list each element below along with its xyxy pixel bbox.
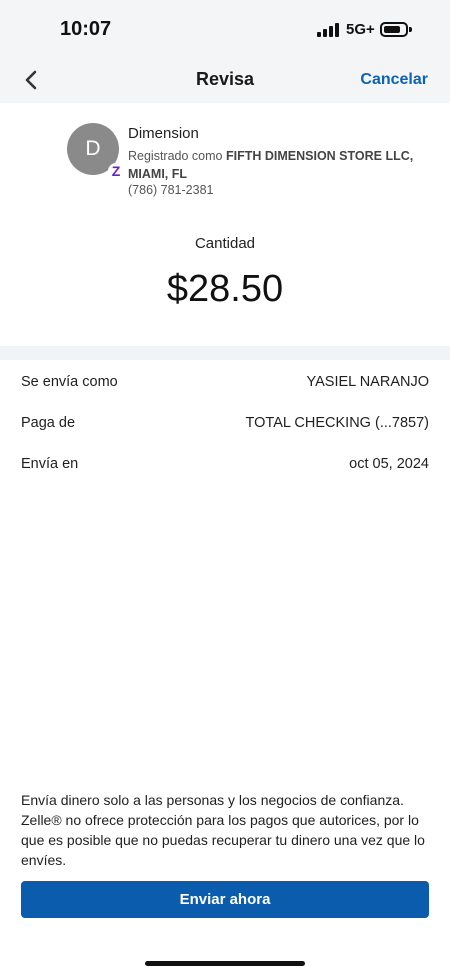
detail-row-sent-as: Se envía como YASIEL NARANJO xyxy=(21,374,429,394)
detail-label: Se envía como xyxy=(21,374,118,390)
detail-label: Envía en xyxy=(21,456,79,472)
signal-icon xyxy=(317,23,339,37)
detail-value: YASIEL NARANJO xyxy=(306,374,429,390)
send-now-button[interactable]: Enviar ahora xyxy=(21,881,429,918)
recipient-phone: (786) 781-2381 xyxy=(128,183,214,197)
registered-prefix: Registrado como xyxy=(128,149,223,163)
recipient-name: Dimension xyxy=(128,125,199,142)
registered-as: Registrado como FIFTH DIMENSION STORE LL… xyxy=(128,147,418,183)
zelle-icon: Z xyxy=(108,163,124,179)
section-divider xyxy=(0,346,450,360)
detail-value: oct 05, 2024 xyxy=(349,456,429,472)
detail-row-send-on: Envía en oct 05, 2024 xyxy=(21,456,429,476)
detail-value: TOTAL CHECKING (...7857) xyxy=(245,415,429,431)
detail-row-pay-from: Paga de TOTAL CHECKING (...7857) xyxy=(21,415,429,435)
amount-label: Cantidad xyxy=(194,235,256,252)
status-bar: 10:07 5G+ xyxy=(0,0,450,58)
battery-icon xyxy=(380,22,412,37)
detail-label: Paga de xyxy=(21,415,76,431)
network-label: 5G+ xyxy=(346,21,375,38)
status-time: 10:07 xyxy=(60,18,112,40)
home-indicator xyxy=(145,961,305,966)
cancel-button[interactable]: Cancelar xyxy=(360,71,428,89)
amount-value: $28.50 xyxy=(166,268,284,310)
nav-bar: Revisa Cancelar xyxy=(0,58,450,103)
disclaimer-text: Envía dinero solo a las personas y los n… xyxy=(21,792,425,868)
